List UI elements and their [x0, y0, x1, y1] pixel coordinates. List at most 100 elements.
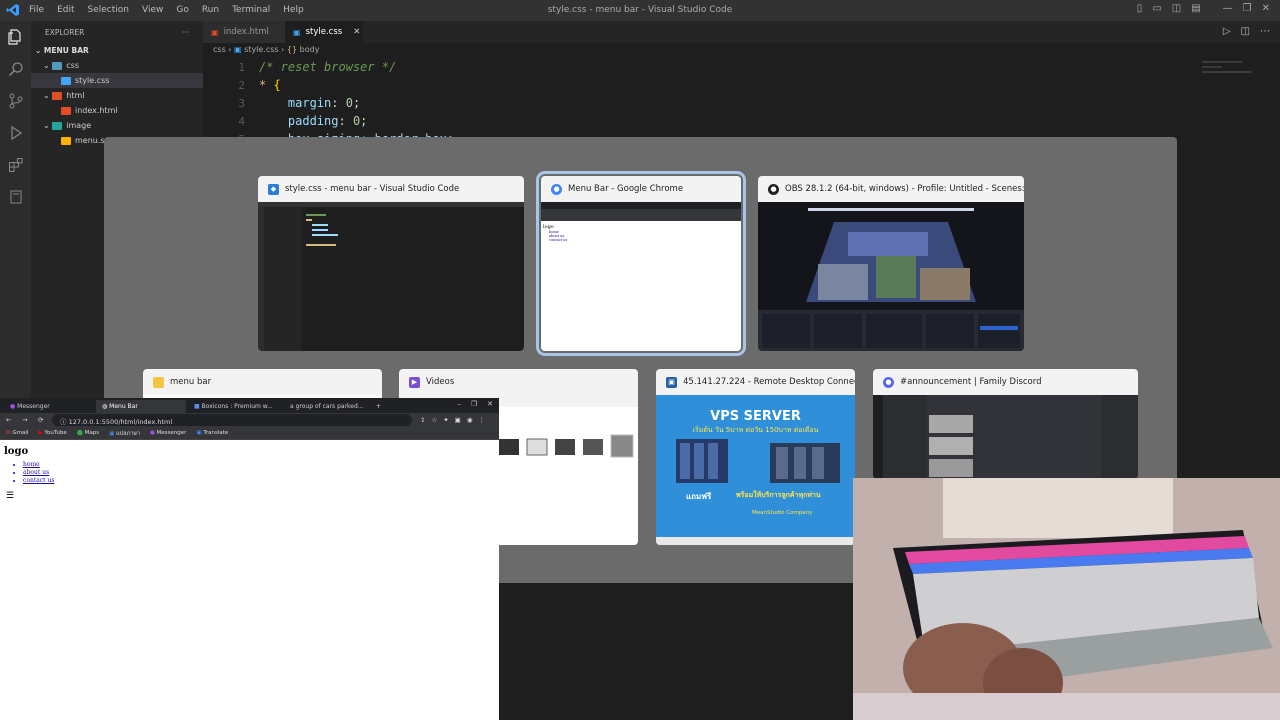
tree-folder-css[interactable]: ⌄ css	[31, 58, 203, 73]
switcher-window-discord[interactable]: ● #announcement | Family Discord	[873, 369, 1138, 479]
minimize-icon[interactable]: —	[1223, 3, 1233, 14]
thumb-menu-item: contact us	[549, 238, 568, 242]
chrome-tab-messenger[interactable]: ● Messenger	[4, 400, 94, 413]
window-title: Menu Bar - Google Chrome	[568, 184, 684, 194]
toggle-sidebar-icon[interactable]: ▯	[1137, 3, 1143, 14]
back-icon[interactable]: ←	[6, 416, 11, 424]
split-editor-icon[interactable]: ◫	[1241, 26, 1250, 37]
bookmark-youtube[interactable]: ▶ YouTube	[38, 430, 66, 436]
window-thumbnail	[873, 395, 1138, 479]
breadcrumb: css › ▣ style.css › {} body	[203, 43, 1280, 58]
window-caption: ▶ Videos	[399, 369, 638, 395]
switcher-window-chrome[interactable]: ● Menu Bar - Google Chrome logo home abo…	[536, 171, 746, 356]
window-title: Videos	[426, 377, 455, 387]
search-icon[interactable]	[0, 53, 31, 85]
minimize-icon[interactable]: –	[457, 400, 461, 408]
layout-icon[interactable]: ◫	[1172, 3, 1181, 14]
tree-label: css	[66, 61, 79, 70]
project-name: MENU BAR	[43, 46, 89, 55]
discord-icon: ●	[883, 376, 894, 388]
code-property: margin	[287, 96, 332, 110]
menu-link-home[interactable]: home	[23, 461, 495, 469]
code-property: padding	[287, 114, 339, 128]
code-brace: {	[273, 78, 281, 92]
close-window-icon[interactable]: ✕	[487, 400, 493, 408]
bookmark-messenger[interactable]: ● Messenger	[150, 430, 186, 436]
source-control-icon[interactable]	[0, 85, 31, 117]
bookmark-gmail[interactable]: ✉ Gmail	[6, 430, 28, 436]
run-debug-icon[interactable]	[0, 117, 31, 149]
close-window-icon[interactable]: ✕	[1262, 3, 1270, 14]
chevron-down-icon: ⌄	[35, 46, 44, 55]
address-bar[interactable]: ⓘ 127.0.0.1:5500/html/index.html	[52, 414, 412, 426]
window-thumbnail: VPS SERVER เริ่มต้น วัน 5บาท ต่อวัน 150บ…	[656, 395, 855, 545]
tree-folder-html[interactable]: ⌄ html	[31, 88, 203, 103]
tab-style-css[interactable]: ▣ style.css ✕	[285, 21, 363, 43]
window-title: menu bar	[170, 377, 212, 387]
toggle-panel-icon[interactable]: ▭	[1152, 3, 1161, 14]
window-thumbnail	[258, 202, 524, 351]
code-value: 0	[345, 96, 353, 110]
forward-icon[interactable]: →	[22, 416, 27, 424]
breadcrumb-file[interactable]: style.css	[244, 45, 278, 54]
window-caption: ▣ 45.141.27.224 - Remote Desktop Connect…	[656, 369, 855, 395]
html-file-icon	[61, 106, 71, 115]
tab-index-html[interactable]: ▣ index.html	[203, 21, 285, 43]
window-caption: ● OBS 28.1.2 (64-bit, windows) - Profile…	[758, 176, 1024, 202]
chevron-down-icon: ⌄	[43, 61, 50, 70]
chrome-extension-icons[interactable]: ⇪☆✦▣◉⋮	[420, 416, 491, 424]
vps-promo: แถมฟรี	[686, 492, 712, 501]
tree-file-index-html[interactable]: index.html	[31, 103, 203, 118]
hamburger-menu-icon[interactable]: ☰	[6, 491, 495, 501]
extensions-icon[interactable]	[0, 149, 31, 181]
page-menu: home about us contact us	[23, 461, 495, 485]
code-editor[interactable]: 1 /* reset browser */ 2 * { 3 margin: 0; 4…	[203, 58, 1203, 146]
translate-icon: ▣	[109, 431, 115, 437]
tree-folder-image[interactable]: ⌄ image	[31, 118, 203, 133]
switcher-window-obs[interactable]: ● OBS 28.1.2 (64-bit, windows) - Profile…	[758, 176, 1024, 351]
globe-icon: ◍	[102, 403, 108, 410]
customize-layout-icon[interactable]: ▤	[1191, 3, 1200, 14]
vscode-titlebar: File Edit Selection View Go Run Terminal…	[0, 0, 1280, 21]
menu-link-contact[interactable]: contact us	[23, 477, 495, 485]
new-tab-button[interactable]: +	[370, 400, 386, 413]
reload-icon[interactable]: ⟳	[38, 416, 43, 424]
tab-close-icon[interactable]: ✕	[353, 27, 360, 37]
breadcrumb-css[interactable]: css	[213, 45, 226, 54]
restore-icon[interactable]: ❐	[471, 400, 477, 408]
code-line: 2 * {	[203, 76, 1203, 94]
bookmarks-bar: ✉ Gmail ▶ YouTube ⬤ Maps ▣ แปลภาษา ● Mes…	[0, 427, 499, 440]
code-selector: *	[259, 78, 267, 92]
explorer-header: EXPLORER ···	[31, 21, 203, 43]
window-title: style.css - menu bar - Visual Studio Cod…	[547, 5, 733, 15]
selector-icon: {}	[286, 45, 298, 54]
remote-explorer-icon[interactable]	[0, 181, 31, 213]
css-file-icon	[61, 76, 71, 85]
explorer-icon[interactable]	[0, 21, 31, 53]
chrome-window-controls: – ❐ ✕	[457, 400, 493, 408]
run-icon[interactable]: ▷	[1223, 26, 1231, 37]
bookmark-maps[interactable]: ⬤ Maps	[77, 430, 99, 436]
more-actions-icon[interactable]: ⋯	[1260, 26, 1270, 37]
explorer-more-icon[interactable]: ···	[182, 28, 189, 37]
page-logo: logo	[4, 446, 29, 457]
breadcrumb-symbol[interactable]: body	[300, 45, 320, 54]
bookmark-translate[interactable]: ▣ Translate	[196, 430, 228, 436]
bookmark-translate-th[interactable]: ▣ แปลภาษา	[109, 430, 140, 437]
chrome-tab-boxicons[interactable]: ■ Boxicons : Premium w...	[188, 400, 282, 413]
window-title: #announcement | Family Discord	[900, 377, 1042, 387]
tree-label: image	[66, 121, 92, 130]
tree-file-style-css[interactable]: style.css	[31, 73, 203, 88]
project-section[interactable]: ⌄ MENU BAR	[31, 43, 203, 58]
obs-icon: ●	[768, 183, 779, 195]
chrome-tab-cars[interactable]: a group of cars parked...	[284, 400, 370, 413]
switcher-window-vscode[interactable]: ◆ style.css - menu bar - Visual Studio C…	[258, 176, 524, 351]
tab-label: index.html	[223, 27, 269, 37]
chrome-tab-menu-bar[interactable]: ◍ Menu Bar	[96, 400, 186, 413]
tree-label: index.html	[75, 106, 118, 115]
restore-icon[interactable]: ❐	[1243, 3, 1252, 14]
menu-link-about[interactable]: about us	[23, 469, 495, 477]
chrome-page: logo home about us contact us ☰	[0, 440, 499, 507]
switcher-window-remote-desktop[interactable]: ▣ 45.141.27.224 - Remote Desktop Connect…	[656, 369, 855, 545]
window-caption: ◆ style.css - menu bar - Visual Studio C…	[258, 176, 524, 202]
